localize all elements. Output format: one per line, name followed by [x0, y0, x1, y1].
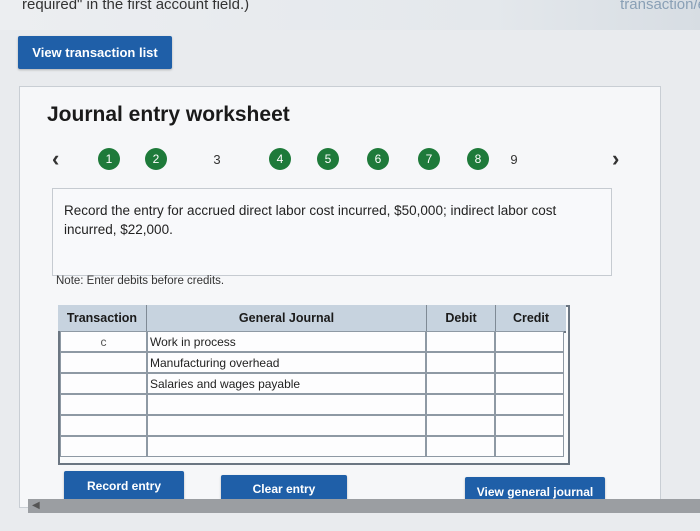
step-9[interactable]: 9	[503, 148, 525, 170]
horizontal-scrollbar[interactable]	[28, 499, 700, 513]
step-2[interactable]: 2	[145, 148, 167, 170]
table-row-5-transaction[interactable]	[60, 415, 147, 436]
table-row-2-credit[interactable]	[495, 352, 564, 373]
view-transaction-list-button[interactable]: View transaction list	[18, 36, 172, 69]
chevron-left-icon[interactable]: ‹	[52, 146, 59, 172]
table-row-2-account[interactable]: Manufacturing overhead	[147, 352, 426, 373]
step-6[interactable]: 6	[367, 148, 389, 170]
step-3-current[interactable]: 3	[206, 148, 228, 170]
header-general-journal: General Journal	[147, 305, 427, 333]
step-7[interactable]: 7	[418, 148, 440, 170]
top-strip: required" in the first account field.) t…	[0, 0, 700, 30]
worksheet-title: Journal entry worksheet	[47, 103, 290, 126]
header-transaction: Transaction	[58, 305, 147, 333]
header-debit: Debit	[427, 305, 496, 333]
table-row-6-transaction[interactable]	[60, 436, 147, 457]
header-credit: Credit	[496, 305, 566, 333]
table-row-6-debit[interactable]	[426, 436, 495, 457]
table-row-2-transaction[interactable]	[60, 352, 147, 373]
step-5[interactable]: 5	[317, 148, 339, 170]
record-entry-button[interactable]: Record entry	[64, 471, 184, 501]
table-row-5-credit[interactable]	[495, 415, 564, 436]
table-row-6-credit[interactable]	[495, 436, 564, 457]
step-1[interactable]: 1	[98, 148, 120, 170]
table-row-3-transaction[interactable]	[60, 373, 147, 394]
table-row-2-debit[interactable]	[426, 352, 495, 373]
table-row-1-debit[interactable]	[426, 331, 495, 352]
table-row-1-transaction[interactable]: c	[60, 331, 147, 352]
table-row-4-account[interactable]	[147, 394, 426, 415]
step-4[interactable]: 4	[269, 148, 291, 170]
table-row-3-account[interactable]: Salaries and wages payable	[147, 373, 426, 394]
table-row-1-account[interactable]: Work in process	[147, 331, 426, 352]
table-row-5-account[interactable]	[147, 415, 426, 436]
cut-off-right-text: transaction/e	[620, 0, 700, 13]
table-row-5-debit[interactable]	[426, 415, 495, 436]
table-row-4-credit[interactable]	[495, 394, 564, 415]
table-row-3-credit[interactable]	[495, 373, 564, 394]
table-row-4-debit[interactable]	[426, 394, 495, 415]
scroll-left-icon[interactable]: ◀	[32, 500, 40, 511]
note-text: Note: Enter debits before credits.	[56, 275, 225, 287]
chevron-right-icon[interactable]: ›	[612, 146, 619, 172]
table-row-4-transaction[interactable]	[60, 394, 147, 415]
step-8[interactable]: 8	[467, 148, 489, 170]
table-row-3-debit[interactable]	[426, 373, 495, 394]
cut-off-instruction: required" in the first account field.)	[22, 0, 250, 13]
table-row-1-credit[interactable]	[495, 331, 564, 352]
instruction-text: Record the entry for accrued direct labo…	[64, 203, 557, 237]
table-row-6-account[interactable]	[147, 436, 426, 457]
